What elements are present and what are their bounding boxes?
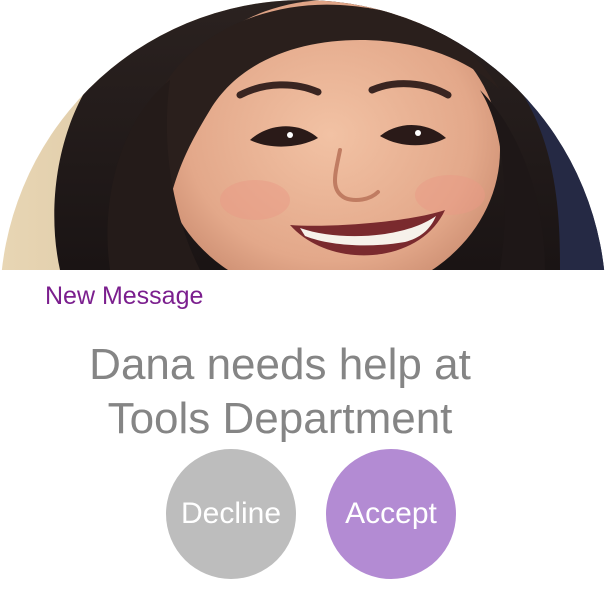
notification-message: Dana needs help at Tools Department [40, 338, 520, 446]
accept-button-label: Accept [345, 497, 437, 530]
message-line-2: Tools Department [107, 394, 453, 443]
notification-header: New Message [45, 282, 204, 310]
sender-photo [0, 0, 606, 270]
watch-screen: New Message Dana needs help at Tools Dep… [0, 0, 606, 607]
avatar [0, 0, 606, 270]
accept-button[interactable]: Accept [326, 449, 456, 579]
decline-button[interactable]: Decline [166, 449, 296, 579]
decline-button-label: Decline [180, 497, 282, 530]
action-row: Decline Accept [0, 449, 606, 581]
message-line-1: Dana needs help at [89, 340, 471, 389]
